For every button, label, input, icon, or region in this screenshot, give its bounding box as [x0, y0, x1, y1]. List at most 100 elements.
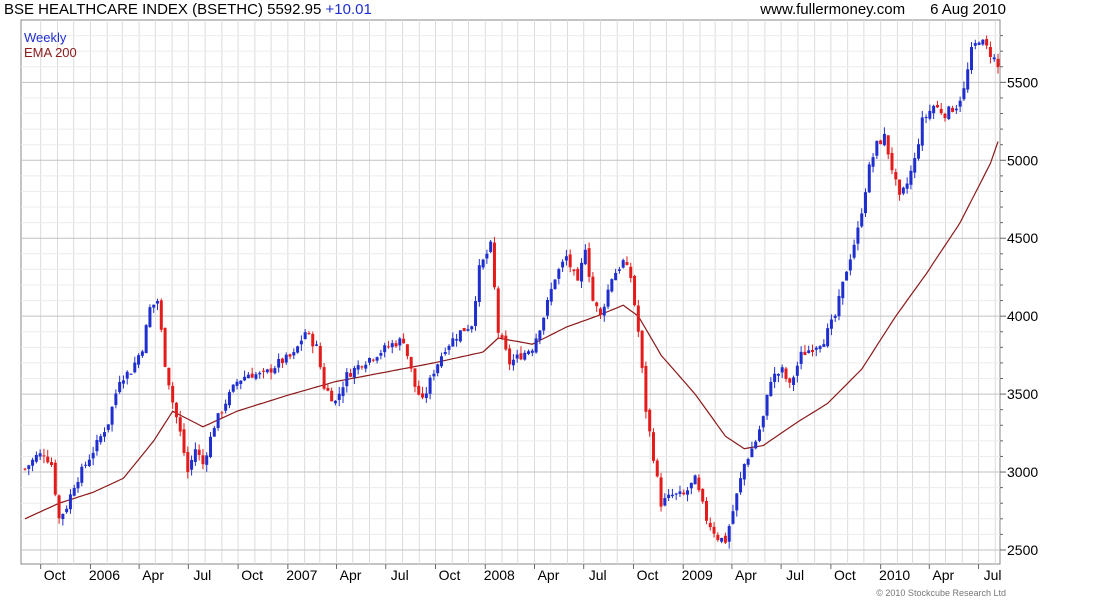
candle-body [474, 301, 478, 326]
candle-body [262, 370, 266, 372]
candle-body [617, 269, 621, 271]
candle-body [209, 436, 213, 458]
candle-body [583, 249, 587, 265]
candle-body [557, 269, 561, 279]
candle-body [932, 105, 936, 114]
x-tick-label: Oct [439, 567, 461, 583]
candle-body [462, 327, 466, 332]
candle-body [519, 353, 523, 360]
candle-body [674, 493, 678, 495]
x-tick-label: Jul [589, 567, 607, 583]
candle-body [848, 259, 852, 271]
y-tick-label: 4000 [1007, 308, 1038, 324]
candle-body [587, 248, 591, 277]
legend-ema: EMA 200 [24, 45, 77, 60]
candle-body [977, 42, 981, 45]
candle-body [769, 381, 773, 397]
candle-body [614, 272, 618, 281]
source-site: www.fullermoney.com [760, 1, 906, 18]
candle-body [106, 424, 110, 430]
candle-body [962, 88, 966, 100]
candle-body [826, 328, 830, 347]
candle-body [125, 371, 129, 379]
candle-body [951, 107, 955, 112]
candle-body [754, 441, 758, 449]
candle-body [648, 409, 652, 432]
candle-body [686, 490, 690, 495]
x-tick-label: 2006 [89, 567, 120, 583]
x-tick-label: Apr [142, 567, 164, 583]
candle-body [409, 356, 413, 369]
candle-body [693, 475, 697, 485]
candle-body [345, 372, 349, 387]
candle-body [504, 335, 508, 350]
candle-body [780, 367, 784, 373]
x-tick-label: Jul [391, 567, 409, 583]
candle-body [867, 164, 871, 193]
candle-body [765, 394, 769, 416]
candle-body [485, 253, 489, 259]
candle-body [193, 449, 197, 462]
candle-body [966, 69, 970, 90]
candle-body [591, 276, 595, 301]
candle-body [845, 271, 849, 281]
candle-body [121, 380, 125, 384]
candle-body [735, 493, 739, 511]
candle-body [898, 179, 902, 195]
candle-body [95, 439, 99, 452]
candle-body [315, 344, 319, 346]
candle-body [390, 343, 394, 348]
candle-body [178, 417, 182, 432]
candle-body [879, 140, 883, 145]
candle-body [511, 359, 515, 366]
candle-body [682, 492, 686, 495]
candle-body [186, 451, 190, 473]
candle-body [424, 393, 428, 399]
candle-body [568, 254, 572, 268]
candle-body [629, 266, 633, 278]
candle-body [792, 377, 796, 385]
candle-body [829, 319, 833, 329]
candle-body [65, 508, 69, 513]
candle-body [341, 387, 345, 397]
candle-body [969, 46, 973, 71]
candle-body [924, 117, 928, 119]
candle-body [246, 374, 250, 379]
candle-body [538, 330, 542, 341]
candle-body [920, 117, 924, 146]
candle-body [364, 364, 368, 369]
candle-body [659, 477, 663, 507]
y-tick-label: 3500 [1007, 386, 1038, 402]
candle-body [352, 367, 356, 378]
candle-body [708, 522, 712, 528]
candle-body [220, 412, 224, 414]
candle-body [670, 494, 674, 497]
candle-body [140, 351, 144, 356]
candle-body [530, 350, 534, 353]
candle-body [534, 338, 538, 353]
candle-body [46, 456, 50, 463]
price-change: +10.01 [325, 1, 372, 18]
candle-body [318, 346, 322, 368]
candle-body [167, 367, 171, 386]
candle-body [53, 462, 57, 495]
candle-body [99, 436, 103, 443]
candle-body [383, 345, 387, 353]
candle-body [38, 453, 42, 457]
candle-body [595, 302, 599, 307]
candle-body [576, 268, 580, 281]
candle-body [606, 289, 610, 307]
candle-body [689, 482, 693, 489]
candle-body [458, 330, 462, 342]
candle-body [322, 367, 326, 389]
candle-body [87, 459, 91, 467]
candle-body [939, 108, 943, 114]
candle-body [481, 259, 485, 268]
candle-body [174, 402, 178, 418]
candle-body [451, 338, 455, 347]
candle-body [288, 354, 292, 357]
x-tick-label: Oct [637, 567, 659, 583]
candle-body [712, 526, 716, 534]
candle-body [273, 368, 277, 374]
y-tick-label: 5000 [1007, 152, 1038, 168]
